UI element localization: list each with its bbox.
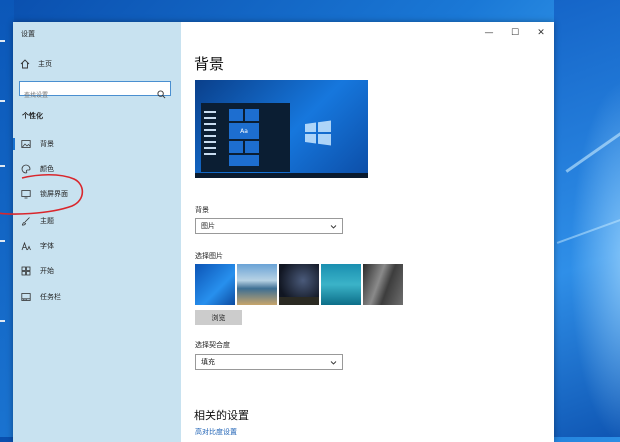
wallpaper-thumbnail[interactable] bbox=[321, 264, 361, 305]
window-title: 设置 bbox=[21, 30, 35, 38]
preview-menu-line bbox=[204, 123, 216, 125]
desktop-icon-edge bbox=[0, 40, 5, 42]
preview-tile-text: Aa bbox=[229, 123, 259, 139]
preview-tile bbox=[229, 155, 259, 166]
search-icon[interactable] bbox=[157, 84, 166, 99]
chevron-down-icon bbox=[330, 360, 337, 365]
red-annotation-circle bbox=[0, 173, 84, 215]
search-box[interactable] bbox=[19, 81, 171, 102]
windows-logo-icon bbox=[305, 120, 331, 146]
sidebar-home-label: 主页 bbox=[38, 60, 52, 68]
minimize-button[interactable]: — bbox=[476, 22, 502, 44]
preview-menu-line bbox=[204, 153, 216, 155]
fit-dropdown-value: 填充 bbox=[201, 358, 215, 366]
high-contrast-link[interactable]: 高对比度设置 bbox=[195, 427, 237, 437]
preview-menu-line bbox=[204, 129, 216, 131]
preview-menu-line bbox=[204, 135, 216, 137]
chevron-down-icon bbox=[330, 224, 337, 229]
sidebar-item-label: 背景 bbox=[40, 140, 54, 148]
search-input[interactable] bbox=[20, 89, 156, 102]
background-label: 背景 bbox=[195, 206, 209, 214]
main-content: — ☐ ✕ 背景 Aa 背景 图片 选择图片 浏览 选择契合度 填充 相关的设置… bbox=[181, 22, 554, 442]
preview-tile bbox=[245, 109, 259, 121]
wallpaper-thumbnail[interactable] bbox=[237, 264, 277, 305]
preview-menu-line bbox=[204, 111, 216, 113]
window-controls: — ☐ ✕ bbox=[476, 22, 554, 44]
desktop-icon-edge bbox=[0, 320, 5, 322]
background-dropdown-value: 图片 bbox=[201, 222, 215, 230]
home-icon bbox=[20, 59, 30, 69]
image-icon bbox=[21, 139, 31, 149]
related-settings-title: 相关的设置 bbox=[194, 409, 249, 422]
sidebar-item-background[interactable]: 背景 bbox=[13, 134, 181, 154]
wallpaper-thumbnail[interactable] bbox=[195, 264, 235, 305]
sidebar-item-taskbar[interactable]: 任务栏 bbox=[13, 287, 181, 307]
sidebar-item-label: 主题 bbox=[40, 217, 54, 225]
section-title: 个性化 bbox=[22, 112, 43, 120]
preview-menu-line bbox=[204, 117, 216, 119]
page-title: 背景 bbox=[194, 55, 225, 73]
brush-icon bbox=[21, 216, 31, 226]
preview-menu-line bbox=[204, 147, 216, 149]
font-icon bbox=[21, 241, 31, 251]
sidebar: 设置 主页 个性化 背景 颜色 bbox=[13, 22, 181, 442]
browse-button[interactable]: 浏览 bbox=[195, 310, 242, 325]
sidebar-home[interactable]: 主页 bbox=[20, 59, 52, 69]
settings-window: 设置 主页 个性化 背景 颜色 bbox=[13, 22, 554, 442]
wallpaper-thumbnail[interactable] bbox=[363, 264, 403, 305]
wallpaper-thumbnail[interactable] bbox=[279, 264, 319, 305]
background-dropdown[interactable]: 图片 bbox=[195, 218, 343, 234]
preview-tile bbox=[229, 109, 243, 121]
desktop-icon-edge bbox=[0, 240, 5, 242]
sidebar-item-fonts[interactable]: 字体 bbox=[13, 236, 181, 256]
maximize-button[interactable]: ☐ bbox=[502, 22, 528, 44]
desktop-icon-edge bbox=[0, 165, 5, 167]
sidebar-item-label: 任务栏 bbox=[40, 293, 61, 301]
fit-label: 选择契合度 bbox=[195, 341, 230, 349]
preview-taskbar bbox=[195, 173, 368, 178]
start-icon bbox=[21, 266, 31, 276]
sidebar-item-label: 开始 bbox=[40, 267, 54, 275]
close-button[interactable]: ✕ bbox=[528, 22, 554, 44]
preview-start-menu: Aa bbox=[201, 103, 290, 172]
sidebar-item-start[interactable]: 开始 bbox=[13, 261, 181, 281]
preview-menu-line bbox=[204, 141, 216, 143]
background-preview: Aa bbox=[195, 80, 368, 178]
taskbar-icon bbox=[21, 292, 31, 302]
desktop-icon-edge bbox=[0, 100, 5, 102]
preview-tile bbox=[229, 141, 243, 153]
fit-dropdown[interactable]: 填充 bbox=[195, 354, 343, 370]
sidebar-item-label: 字体 bbox=[40, 242, 54, 250]
preview-tile bbox=[245, 141, 259, 153]
choose-picture-label: 选择图片 bbox=[195, 252, 223, 260]
desktop-left-edge bbox=[0, 0, 14, 437]
desktop-wallpaper bbox=[554, 0, 620, 437]
